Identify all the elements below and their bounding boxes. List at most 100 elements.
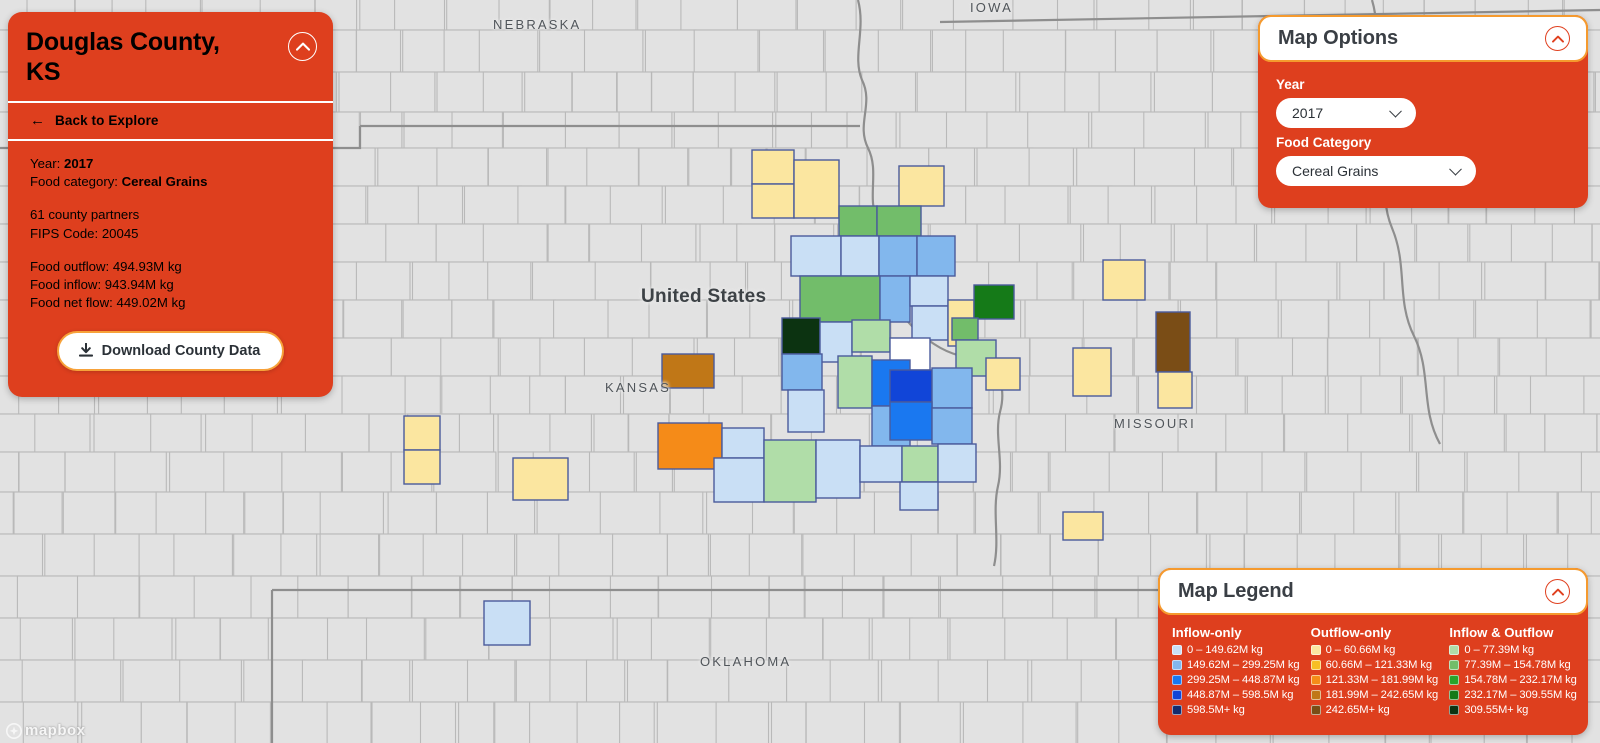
map-county[interactable]: [1097, 533, 1153, 577]
map-county[interactable]: [588, 451, 635, 493]
map-county[interactable]: [877, 29, 932, 73]
map-county[interactable]: [699, 223, 742, 263]
map-county[interactable]: [648, 299, 708, 339]
map-county[interactable]: [244, 491, 284, 535]
map-county[interactable]: [1004, 617, 1069, 661]
map-county[interactable]: [1066, 617, 1117, 661]
map-county[interactable]: [666, 533, 709, 577]
map-county[interactable]: [327, 147, 376, 187]
map-county[interactable]: [571, 71, 618, 113]
map-county[interactable]: [863, 701, 900, 743]
map-county[interactable]: [74, 617, 118, 661]
map-county[interactable]: [1475, 299, 1540, 339]
map-county[interactable]: [693, 29, 759, 73]
map-county[interactable]: [179, 659, 242, 703]
map-county[interactable]: [585, 659, 626, 703]
map-county[interactable]: [1197, 491, 1251, 535]
map-county-highlighted[interactable]: [661, 353, 715, 389]
map-county[interactable]: [93, 533, 141, 577]
map-county[interactable]: [841, 575, 884, 619]
map-county[interactable]: [1590, 299, 1600, 339]
map-county[interactable]: [1360, 451, 1418, 493]
map-county[interactable]: [650, 617, 710, 661]
map-county[interactable]: [1019, 71, 1068, 113]
map-county[interactable]: [1306, 451, 1364, 493]
map-county[interactable]: [1080, 659, 1120, 703]
map-county[interactable]: [1177, 413, 1227, 453]
map-county-highlighted[interactable]: [876, 205, 922, 237]
map-county[interactable]: [945, 111, 988, 149]
map-county[interactable]: [443, 29, 481, 73]
map-county[interactable]: [0, 659, 24, 703]
map-county-highlighted[interactable]: [713, 457, 765, 503]
map-county[interactable]: [594, 261, 652, 301]
map-county[interactable]: [390, 337, 444, 377]
map-county[interactable]: [1379, 337, 1418, 377]
map-county[interactable]: [1594, 71, 1600, 113]
map-county[interactable]: [1119, 223, 1172, 263]
map-county[interactable]: [881, 659, 942, 703]
map-county[interactable]: [18, 451, 66, 493]
map-county[interactable]: [1469, 223, 1514, 263]
map-county[interactable]: [1499, 337, 1551, 377]
map-county[interactable]: [1557, 491, 1595, 535]
map-county[interactable]: [233, 533, 284, 577]
map-county-highlighted[interactable]: [512, 457, 569, 501]
map-county[interactable]: [583, 337, 635, 377]
map-county[interactable]: [664, 185, 725, 225]
map-county[interactable]: [385, 223, 437, 263]
map-county[interactable]: [411, 659, 469, 703]
map-county[interactable]: [458, 701, 495, 743]
map-county[interactable]: [115, 491, 159, 535]
map-county[interactable]: [1108, 451, 1164, 493]
map-county[interactable]: [1036, 261, 1073, 301]
map-county[interactable]: [804, 575, 845, 619]
map-county[interactable]: [547, 147, 591, 187]
map-county-highlighted[interactable]: [1155, 311, 1191, 373]
map-county[interactable]: [251, 413, 310, 453]
map-county[interactable]: [155, 491, 209, 535]
map-county[interactable]: [619, 701, 655, 743]
map-county[interactable]: [1096, 0, 1153, 31]
map-county[interactable]: [1052, 575, 1096, 619]
map-county[interactable]: [1256, 223, 1310, 263]
map-county[interactable]: [553, 299, 609, 339]
map-county[interactable]: [44, 533, 96, 577]
map-county[interactable]: [403, 111, 456, 149]
map-county[interactable]: [734, 71, 776, 113]
map-county[interactable]: [304, 413, 370, 453]
map-county-highlighted[interactable]: [1157, 371, 1193, 409]
map-county-highlighted[interactable]: [851, 319, 891, 353]
map-county[interactable]: [909, 617, 949, 661]
map-county[interactable]: [1148, 0, 1191, 31]
map-county[interactable]: [583, 29, 644, 73]
map-county[interactable]: [282, 491, 323, 535]
map-county-highlighted[interactable]: [781, 353, 823, 391]
map-county[interactable]: [331, 337, 392, 377]
map-county[interactable]: [223, 451, 283, 493]
map-county[interactable]: [688, 147, 732, 187]
map-county[interactable]: [1518, 451, 1583, 493]
food-category-select[interactable]: Cereal Grains: [1276, 156, 1476, 186]
map-county[interactable]: [1027, 111, 1090, 149]
map-county[interactable]: [1383, 261, 1443, 301]
map-county[interactable]: [1413, 299, 1475, 339]
map-county[interactable]: [1154, 185, 1199, 225]
map-county[interactable]: [205, 413, 255, 453]
map-county[interactable]: [0, 575, 20, 619]
map-county[interactable]: [0, 491, 14, 535]
map-county[interactable]: [1002, 575, 1054, 619]
map-county[interactable]: [21, 659, 79, 703]
map-county[interactable]: [1591, 223, 1600, 263]
map-county[interactable]: [487, 261, 532, 301]
map-county[interactable]: [599, 491, 664, 535]
map-county[interactable]: [1506, 491, 1558, 535]
map-county[interactable]: [494, 701, 531, 743]
map-county[interactable]: [965, 29, 1008, 73]
map-county[interactable]: [916, 71, 970, 113]
map-county[interactable]: [768, 575, 805, 619]
map-county-highlighted[interactable]: [751, 149, 795, 185]
map-county[interactable]: [1195, 375, 1246, 415]
map-county[interactable]: [939, 575, 1005, 619]
map-county[interactable]: [539, 29, 588, 73]
